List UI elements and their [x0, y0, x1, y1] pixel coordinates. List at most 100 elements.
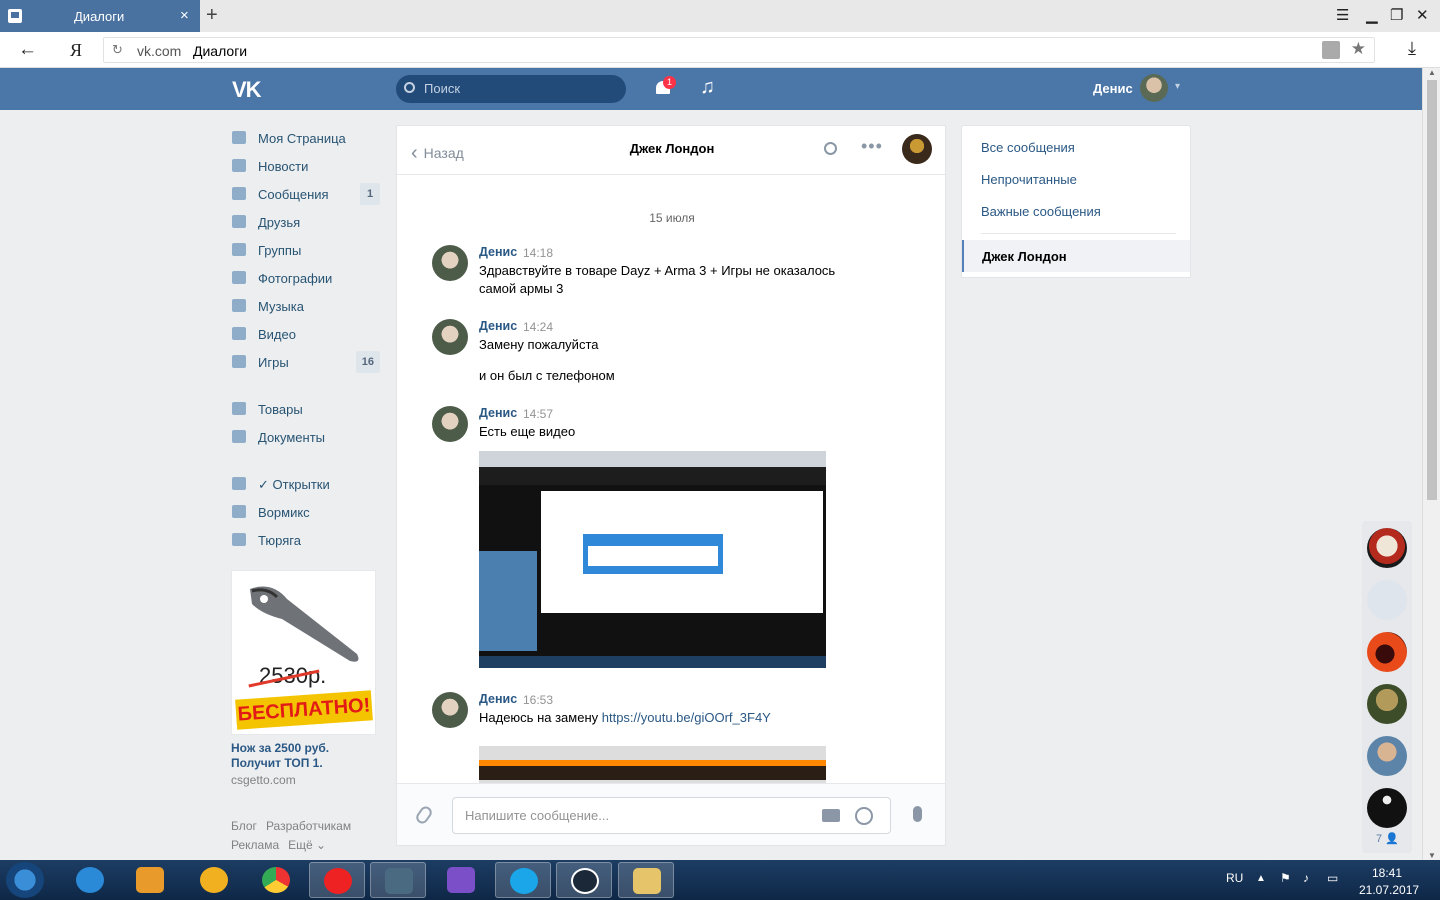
taskbar-skype[interactable]: [495, 862, 551, 898]
tray-expand-icon[interactable]: ▲: [1256, 873, 1266, 884]
microphone-icon[interactable]: [913, 806, 922, 822]
camera-icon[interactable]: [822, 809, 840, 822]
reload-icon[interactable]: ↻: [112, 42, 123, 58]
menu-item-groups[interactable]: Группы: [230, 236, 380, 264]
scroll-down-icon[interactable]: ▼: [1428, 851, 1436, 860]
browser-tab-active[interactable]: Диалоги ×: [0, 0, 200, 32]
avatar[interactable]: [1367, 580, 1407, 620]
ad-domain[interactable]: csgetto.com: [231, 773, 381, 787]
network-icon[interactable]: ▭: [1327, 871, 1338, 885]
scroll-up-icon[interactable]: ▲: [1428, 68, 1436, 77]
message-input[interactable]: Напишите сообщение...: [452, 797, 891, 834]
ad-banner[interactable]: 2530р. БЕСПЛАТНО!: [231, 570, 376, 735]
tab-close-icon[interactable]: ×: [180, 7, 189, 24]
menu-item-photos[interactable]: Фотографии: [230, 264, 380, 292]
message-author[interactable]: Денис: [479, 406, 517, 420]
message-author[interactable]: Денис: [479, 245, 517, 259]
menu-item-goods[interactable]: Товары: [230, 395, 380, 423]
lock-icon[interactable]: [1322, 41, 1340, 59]
chevron-down-icon[interactable]: ▾: [1175, 81, 1180, 92]
filter-unread[interactable]: Непрочитанные: [981, 172, 1077, 187]
taskbar-steam[interactable]: [556, 862, 612, 898]
avatar[interactable]: [1367, 684, 1407, 724]
message-time[interactable]: 14:24: [523, 320, 553, 334]
avatar[interactable]: [1367, 528, 1407, 568]
message-time[interactable]: 14:18: [523, 246, 553, 260]
taskbar-ie[interactable]: [62, 862, 118, 898]
avatar[interactable]: [432, 406, 468, 442]
footer-blog-link[interactable]: Блог: [231, 819, 257, 833]
menu-item-games[interactable]: Игры 16: [230, 348, 380, 376]
search-icon[interactable]: [824, 142, 837, 155]
taskbar-media[interactable]: [122, 862, 178, 898]
footer-ads-link[interactable]: Реклама: [231, 838, 279, 852]
bookmark-star-icon[interactable]: ★: [1351, 39, 1366, 59]
action-center-flag-icon[interactable]: ⚑: [1280, 871, 1291, 885]
restore-icon[interactable]: ❐: [1390, 6, 1403, 24]
taskbar-yandex[interactable]: [309, 862, 365, 898]
menu-item-video[interactable]: Видео: [230, 320, 380, 348]
user-name[interactable]: Денис: [1093, 81, 1133, 96]
menu-item-news[interactable]: Новости: [230, 152, 380, 180]
music-note-icon[interactable]: ♫: [700, 76, 715, 99]
filter-selected-dialog[interactable]: Джек Лондон: [962, 240, 1190, 272]
page-scrollbar[interactable]: ▲ ▼: [1422, 68, 1440, 860]
volume-icon[interactable]: ♪: [1303, 871, 1309, 885]
filter-all[interactable]: Все сообщения: [981, 140, 1075, 155]
screenshot-attachment-2[interactable]: [479, 746, 826, 786]
window-close-icon[interactable]: ✕: [1416, 6, 1429, 24]
download-icon[interactable]: ⤓: [1408, 38, 1416, 59]
menu-item-messages[interactable]: Сообщения 1: [230, 180, 380, 208]
menu-item-postcards[interactable]: ✓ Открытки: [230, 470, 380, 498]
windows-start-button[interactable]: [6, 862, 44, 898]
ad-text[interactable]: Нож за 2500 руб. Получит ТОП 1. csgetto.…: [231, 741, 381, 787]
menu-item-my-page[interactable]: Моя Страница: [230, 124, 380, 152]
taskbar-aimp[interactable]: [186, 862, 242, 898]
menu-item-documents[interactable]: Документы: [230, 423, 380, 451]
language-indicator[interactable]: RU: [1226, 871, 1243, 885]
search-input[interactable]: Поиск: [396, 75, 626, 103]
attach-paperclip-icon[interactable]: [413, 804, 435, 826]
taskbar-explorer[interactable]: [618, 862, 674, 898]
menu-item-wormix[interactable]: Вормикс: [230, 498, 380, 526]
menu-item-music[interactable]: Музыка: [230, 292, 380, 320]
avatar[interactable]: [432, 319, 468, 355]
clock-time[interactable]: 18:41: [1372, 866, 1402, 880]
vk-logo[interactable]: VK: [232, 77, 262, 103]
menu-item-friends[interactable]: Друзья: [230, 208, 380, 236]
minimize-icon[interactable]: ▁: [1366, 6, 1378, 24]
ad-title[interactable]: Нож за 2500 руб. Получит ТОП 1.: [231, 741, 381, 771]
filter-important[interactable]: Важные сообщения: [981, 204, 1101, 219]
notifications-bell-icon[interactable]: 1: [654, 76, 676, 98]
screenshot-attachment[interactable]: [479, 451, 826, 668]
back-arrow-icon[interactable]: ←: [18, 39, 37, 61]
message-time[interactable]: 14:57: [523, 407, 553, 421]
yandex-logo-icon[interactable]: Я: [70, 40, 82, 61]
more-icon[interactable]: •••: [861, 136, 883, 157]
avatar[interactable]: [432, 692, 468, 728]
taskbar-app-2[interactable]: [370, 862, 426, 898]
taskbar-chrome[interactable]: [248, 862, 304, 898]
browser-menu-icon[interactable]: ☰: [1336, 6, 1349, 24]
emoji-icon[interactable]: [855, 807, 873, 825]
avatar[interactable]: [1367, 736, 1407, 776]
menu-item-turyaga[interactable]: Тюряга: [230, 526, 380, 554]
avatar[interactable]: [1367, 632, 1407, 672]
taskbar-vs[interactable]: [433, 862, 489, 898]
friends-count[interactable]: 7 👤: [1376, 832, 1399, 845]
message-author[interactable]: Денис: [479, 319, 517, 333]
user-avatar[interactable]: [1140, 74, 1168, 102]
footer-more-link[interactable]: Ещё ⌄: [288, 838, 326, 852]
new-tab-button[interactable]: +: [206, 4, 218, 27]
url-field[interactable]: ↻ vk.com Диалоги ★: [103, 37, 1375, 63]
scrollbar-thumb[interactable]: [1427, 80, 1437, 500]
message-time[interactable]: 16:53: [523, 693, 553, 707]
clock-date[interactable]: 21.07.2017: [1359, 883, 1419, 897]
youtube-link[interactable]: https://youtu.be/giOOrf_3F4Y: [602, 710, 771, 725]
message-author[interactable]: Денис: [479, 692, 517, 706]
anchor-icon: [232, 533, 246, 546]
avatar[interactable]: [1367, 788, 1407, 828]
footer-developers-link[interactable]: Разработчикам: [266, 819, 351, 833]
avatar[interactable]: [432, 245, 468, 281]
contact-avatar[interactable]: [902, 134, 932, 164]
